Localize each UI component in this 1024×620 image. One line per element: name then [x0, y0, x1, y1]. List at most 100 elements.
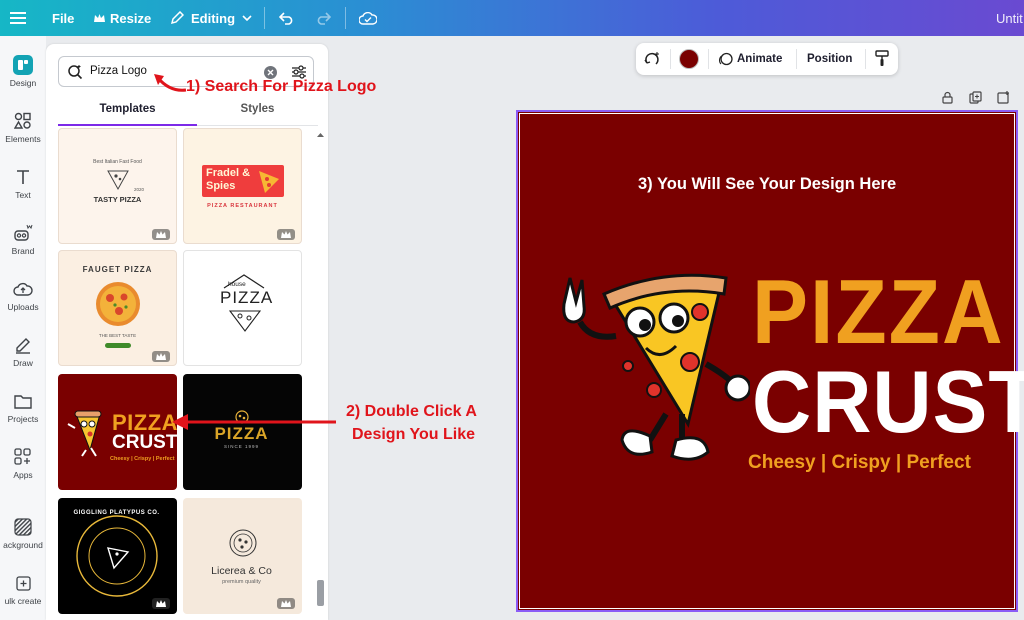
- element-toolbar: Animate Position: [636, 43, 898, 75]
- bulk-create-icon: [12, 572, 34, 594]
- toolbar-divider: [264, 7, 265, 29]
- text-icon: [12, 166, 34, 188]
- rail-item-brand[interactable]: Brand: [0, 216, 46, 272]
- rail-item-draw[interactable]: Draw: [0, 328, 46, 384]
- toolbar-divider: [708, 49, 709, 69]
- circular-logo: [76, 515, 158, 597]
- rail-item-bulk-create[interactable]: ulk create: [0, 566, 46, 620]
- herb-decoration: [105, 343, 131, 348]
- template-card-fradel-spies[interactable]: Fradel & Spies PIZZA RESTAURANT: [183, 128, 302, 244]
- design-headline-pizza[interactable]: PIZZA: [752, 260, 1005, 365]
- template-text: Best Italian Fast Food: [93, 159, 142, 165]
- template-text: 2020: [134, 187, 145, 192]
- rail-item-background[interactable]: ackground: [0, 510, 46, 566]
- side-rail: Design Elements Text Brand Uploads Draw …: [0, 36, 46, 620]
- rail-item-text[interactable]: Text: [0, 160, 46, 216]
- elements-icon: [12, 110, 34, 132]
- pencil-icon: [170, 11, 184, 25]
- animate-icon: [718, 52, 733, 70]
- pizza-illustration: [96, 282, 140, 326]
- editing-mode-button[interactable]: Editing: [170, 0, 252, 36]
- pro-crown-icon: [152, 351, 170, 362]
- resize-button[interactable]: Resize: [94, 0, 151, 36]
- template-card-pizza-crust[interactable]: PIZZA CRUST Cheesy | Crispy | Perfect: [58, 374, 177, 490]
- projects-icon: [12, 390, 34, 412]
- rail-label: Draw: [13, 358, 33, 368]
- rail-item-uploads[interactable]: Uploads: [0, 272, 46, 328]
- cloud-save-icon[interactable]: [359, 0, 377, 36]
- color-swatch[interactable]: [679, 49, 699, 69]
- design-icon: [12, 54, 34, 76]
- uploads-icon: [12, 278, 34, 300]
- pro-crown-icon: [152, 229, 170, 240]
- template-text: Licerea & Co: [211, 565, 272, 577]
- duplicate-page-icon[interactable]: [969, 91, 982, 109]
- scroll-up-icon[interactable]: [316, 130, 325, 140]
- template-text: SINCE 1999: [223, 444, 259, 449]
- apps-icon: [12, 446, 34, 468]
- magic-search-icon: [67, 64, 83, 85]
- background-icon: [12, 516, 34, 538]
- paint-roller-icon[interactable]: [874, 50, 890, 70]
- document-title[interactable]: Untit: [996, 0, 1023, 36]
- menu-icon[interactable]: [10, 0, 26, 36]
- lock-icon[interactable]: [941, 91, 954, 109]
- top-toolbar: File Resize Editing Untit: [0, 0, 1024, 36]
- brand-icon: [12, 222, 34, 244]
- add-page-icon[interactable]: [997, 91, 1010, 109]
- template-card-giggling-platypus[interactable]: GIGGLING PLATYPUS CO.: [58, 498, 177, 614]
- redo-icon[interactable]: [315, 0, 331, 36]
- pro-crown-icon: [152, 598, 170, 609]
- magic-switch-icon[interactable]: [644, 51, 660, 70]
- template-text: PIZZA RESTAURANT: [207, 203, 278, 209]
- rail-label: Design: [9, 78, 37, 88]
- annotation-step-2a: 2) Double Click A: [346, 403, 477, 420]
- position-button[interactable]: Position: [807, 53, 852, 65]
- rail-label: Projects: [7, 414, 39, 424]
- rail-label: Apps: [13, 470, 33, 480]
- template-text: CRUST: [112, 432, 177, 453]
- template-text: premium quality: [222, 579, 261, 585]
- template-card-tasty-pizza[interactable]: Best Italian Fast Food 2020 TASTY PIZZA: [58, 128, 177, 244]
- template-text: GIGGLING PLATYPUS CO.: [73, 510, 160, 516]
- rail-label: Text: [15, 190, 31, 200]
- pro-crown-icon: [277, 229, 295, 240]
- rail-label: ackground: [3, 540, 43, 550]
- rail-item-design[interactable]: Design: [0, 48, 46, 104]
- template-grid: Best Italian Fast Food 2020 TASTY PIZZA …: [58, 128, 314, 620]
- templates-panel: Pizza Logo Templates Styles Best Italian…: [46, 44, 328, 620]
- template-card-fauget-pizza[interactable]: FAUGET PIZZA THE BEST TASTE: [58, 250, 177, 366]
- design-headline-crust[interactable]: CRUST: [752, 352, 1024, 454]
- pizza-mascot-icon: [67, 410, 102, 457]
- template-card-licerea-co[interactable]: Licerea & Co premium quality: [183, 498, 302, 614]
- template-card-pizza-dark[interactable]: PIZZA SINCE 1999: [183, 374, 302, 490]
- crown-icon: [94, 13, 105, 23]
- pizza-mascot-illustration: [562, 273, 750, 461]
- annotation-arrow-2: [172, 414, 336, 430]
- rail-item-projects[interactable]: Projects: [0, 384, 46, 440]
- template-text: FAUGET PIZZA: [82, 265, 153, 274]
- editing-label: Editing: [191, 10, 236, 26]
- annotation-arrow-1: [154, 74, 187, 92]
- file-menu[interactable]: File: [52, 0, 74, 36]
- template-text: Spies: [206, 180, 236, 192]
- annotation-step-2b: Design You Like: [352, 426, 475, 443]
- rail-label: Uploads: [7, 302, 39, 312]
- scrollbar-thumb[interactable]: [317, 580, 324, 606]
- design-tagline[interactable]: Cheesy | Crispy | Perfect: [748, 452, 971, 474]
- rail-item-apps[interactable]: Apps: [0, 440, 46, 496]
- rail-label: Brand: [11, 246, 35, 256]
- animate-button[interactable]: Animate: [737, 53, 782, 65]
- resize-label: Resize: [110, 10, 152, 26]
- toolbar-divider: [865, 49, 866, 69]
- pizza-outline-icon: [229, 529, 257, 557]
- rail-label: ulk create: [4, 596, 42, 606]
- template-text: Cheesy | Crispy | Perfect: [110, 456, 175, 462]
- template-text: PIZZA: [220, 288, 274, 307]
- tab-styles[interactable]: Styles: [197, 100, 318, 126]
- panel-scrollbar[interactable]: [316, 128, 325, 620]
- pizza-slice-icon: [259, 171, 279, 193]
- rail-item-elements[interactable]: Elements: [0, 104, 46, 160]
- undo-icon[interactable]: [279, 0, 295, 36]
- template-card-house-pizza[interactable]: house PIZZA: [183, 250, 302, 366]
